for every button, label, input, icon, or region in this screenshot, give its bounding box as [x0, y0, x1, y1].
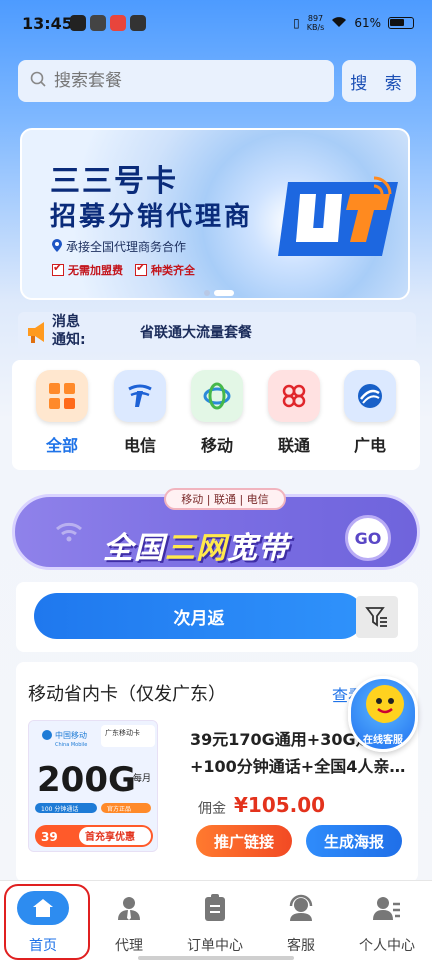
- category-label: 联通: [277, 436, 310, 455]
- broadcast-icon: [344, 370, 396, 422]
- tag1-text: 100 分钟通话: [41, 805, 78, 813]
- battery-percent: 61%: [354, 16, 381, 30]
- promo-banner[interactable]: 三三号卡 招募分销代理商 承接全国代理商务合作 无需加盟费 种类齐全: [20, 128, 410, 300]
- app-notification-icon: [110, 15, 126, 31]
- nav-orders[interactable]: 订单中心: [172, 891, 258, 955]
- support-icon: [284, 891, 318, 925]
- promo-link-button[interactable]: 推广链接: [196, 825, 292, 857]
- per-month-text: 每月: [133, 772, 151, 784]
- banner-tags: 无需加盟费 种类齐全: [52, 261, 195, 278]
- category-bar: 全部 电信 移动 联通 广电: [12, 360, 420, 470]
- location-pin-icon: [52, 238, 62, 255]
- notice-label: 消息 通知:: [52, 314, 86, 348]
- go-button[interactable]: GO: [345, 515, 391, 561]
- nav-profile[interactable]: 个人中心: [344, 891, 430, 955]
- filter-next-month-button[interactable]: 次月返: [34, 593, 364, 639]
- megaphone-icon: [26, 320, 48, 348]
- category-telecom[interactable]: 电信: [112, 370, 168, 456]
- section-title: 移动省内卡（仅发广东）: [28, 684, 226, 705]
- carousel-dot-active[interactable]: [214, 290, 234, 296]
- price-text: 39: [41, 830, 58, 844]
- agent-icon: [112, 891, 146, 925]
- category-label: 电信: [123, 436, 156, 455]
- status-right: ▯ 897 KB/s 61%: [293, 14, 414, 32]
- net-speed: 897 KB/s: [306, 14, 325, 32]
- brand-text: 中国移动: [55, 730, 87, 740]
- search-button[interactable]: 搜 索: [342, 60, 416, 102]
- china-telecom-icon: [114, 370, 166, 422]
- nav-support[interactable]: 客服: [258, 891, 344, 955]
- banner-tag: 种类齐全: [135, 261, 195, 278]
- status-time: 13:45: [22, 14, 73, 33]
- tag2-text: 官方正品: [107, 805, 131, 813]
- product-image[interactable]: 中国移动 China Mobile 广东移动卡 200G 每月 100 分钟通话…: [28, 720, 158, 852]
- nav-label: 客服: [287, 938, 315, 954]
- category-unicom[interactable]: 联通: [266, 370, 322, 456]
- checkbox-icon: [135, 261, 147, 276]
- china-mobile-icon: [191, 370, 243, 422]
- app-notification-icon: [130, 15, 146, 31]
- carousel-dots: [204, 290, 234, 296]
- nav-agent[interactable]: 代理: [86, 891, 172, 955]
- app-notification-icon: [70, 15, 86, 31]
- broadband-title: 全国三网宽带: [103, 531, 289, 566]
- nav-label: 个人中心: [359, 938, 415, 954]
- offer-text: 首充享优惠: [85, 830, 135, 843]
- wifi-icon: [55, 521, 83, 547]
- carrier-pill: 移动 | 联通 | 电信: [164, 488, 286, 510]
- brand-logo-icon: [278, 172, 404, 262]
- banner-line: 承接全国代理商务合作: [52, 238, 186, 255]
- category-label: 广电: [353, 436, 386, 455]
- profile-icon: [370, 891, 404, 925]
- search-box[interactable]: [18, 60, 334, 102]
- wifi-icon: [331, 16, 347, 31]
- grid-icon: [36, 370, 88, 422]
- app-notification-icon: [90, 15, 106, 31]
- banner-tag: 无需加盟费: [52, 261, 123, 278]
- search-icon: [30, 71, 46, 91]
- nav-label: 代理: [115, 938, 143, 954]
- big-data-text: 200G: [37, 760, 136, 800]
- checkbox-icon: [52, 261, 64, 276]
- card-name-text: 广东移动卡: [105, 728, 140, 737]
- battery-icon: [388, 17, 414, 29]
- category-mobile[interactable]: 移动: [189, 370, 245, 456]
- gesture-bar[interactable]: [138, 956, 294, 960]
- order-icon: [198, 891, 232, 925]
- status-app-icons: [70, 15, 146, 31]
- category-label: 全部: [45, 436, 78, 455]
- filter-row: 次月返: [16, 582, 418, 652]
- carousel-dot[interactable]: [204, 290, 210, 296]
- commission-label: 佣金: [198, 801, 226, 817]
- online-service-button[interactable]: 在线客服: [348, 676, 418, 752]
- notice-text: 省联通大流量套餐: [140, 325, 252, 341]
- search-input[interactable]: [54, 71, 294, 91]
- category-label: 移动: [200, 436, 233, 455]
- generate-poster-button[interactable]: 生成海报: [306, 825, 402, 857]
- nav-label: 订单中心: [187, 938, 243, 954]
- filter-icon[interactable]: [356, 596, 398, 638]
- category-broadcast[interactable]: 广电: [342, 370, 398, 456]
- commission-value: ¥105.00: [234, 793, 326, 817]
- vibrate-icon: ▯: [293, 16, 300, 30]
- mascot-icon: [366, 685, 404, 723]
- notice-bar[interactable]: 消息 通知: 省联通大流量套餐: [18, 312, 416, 352]
- service-label: 在线客服: [363, 735, 403, 746]
- status-bar: 13:45 ▯ 897 KB/s 61%: [0, 0, 432, 50]
- banner-subtitle: 招募分销代理商: [50, 202, 254, 232]
- brand-en-text: China Mobile: [55, 742, 87, 748]
- category-all[interactable]: 全部: [34, 370, 90, 456]
- china-unicom-icon: [268, 370, 320, 422]
- banner-title: 三三号卡: [50, 164, 178, 199]
- home-highlight-box: [4, 884, 90, 960]
- broadband-banner[interactable]: 全国三网宽带 GO 移动 | 联通 | 电信: [12, 488, 420, 572]
